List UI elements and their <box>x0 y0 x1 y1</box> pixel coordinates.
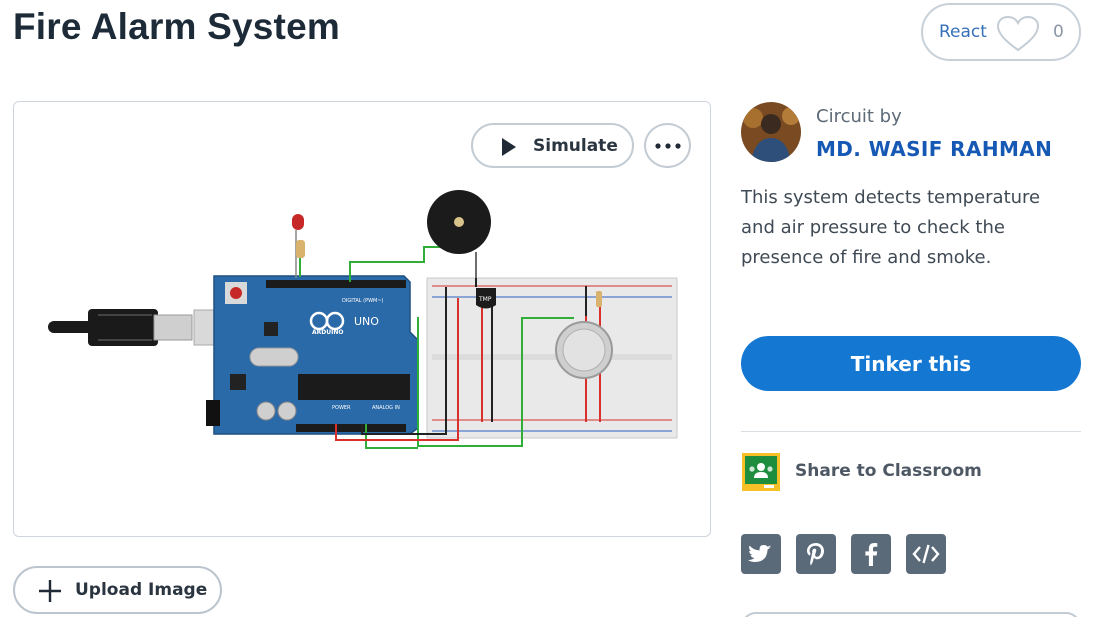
twitter-share-button[interactable] <box>741 534 781 574</box>
author-kicker: Circuit by <box>816 106 902 127</box>
usb-cable <box>48 309 239 346</box>
circuit-description: This system detects temperature and air … <box>741 187 1041 268</box>
facebook-share-button[interactable] <box>851 534 891 574</box>
react-button[interactable]: React 0 <box>921 3 1081 61</box>
arduino-board: UNO ARDUINO DIGITAL (PWM~) POWER ANALOG … <box>206 275 419 435</box>
led <box>292 214 305 278</box>
pinterest-share-button[interactable] <box>796 534 836 574</box>
avatar[interactable] <box>741 102 801 162</box>
simulate-button[interactable]: Simulate <box>471 123 634 168</box>
heart-icon <box>996 15 1040 52</box>
sensor-label: TMP <box>478 296 492 303</box>
pinterest-icon <box>807 543 824 566</box>
circuit-viewer[interactable]: UNO ARDUINO DIGITAL (PWM~) POWER ANALOG … <box>13 101 711 537</box>
board-power-label: POWER <box>332 405 351 411</box>
temperature-sensor: TMP <box>476 288 496 309</box>
play-icon <box>502 138 516 156</box>
page-title: Fire Alarm System <box>13 6 340 47</box>
board-brand: ARDUINO <box>312 329 343 336</box>
google-classroom-icon[interactable] <box>741 452 781 492</box>
twitter-icon <box>748 545 772 562</box>
upload-image-button[interactable]: Upload Image <box>13 566 222 614</box>
tinker-this-button[interactable]: Tinker this <box>741 336 1081 391</box>
bottom-panel-edge <box>741 612 1081 617</box>
embed-icon <box>912 544 940 564</box>
breadboard <box>426 277 678 439</box>
more-options-button[interactable] <box>644 123 691 168</box>
divider <box>741 431 1081 432</box>
upload-label: Upload Image <box>75 580 208 600</box>
board-analog-label: ANALOG IN <box>372 405 400 411</box>
plus-icon <box>39 580 61 602</box>
embed-share-button[interactable] <box>906 534 946 574</box>
share-to-classroom-link[interactable]: Share to Classroom <box>795 461 982 481</box>
buzzer <box>427 190 491 278</box>
react-count: 0 <box>1053 22 1064 42</box>
simulate-label: Simulate <box>533 136 618 156</box>
board-digital-label: DIGITAL (PWM~) <box>342 298 384 304</box>
ellipsis-icon <box>655 143 681 149</box>
board-model: UNO <box>354 315 379 328</box>
facebook-icon <box>865 543 878 566</box>
author-name-link[interactable]: MD. WASIF RAHMAN <box>816 137 1052 161</box>
react-label: React <box>939 22 987 42</box>
